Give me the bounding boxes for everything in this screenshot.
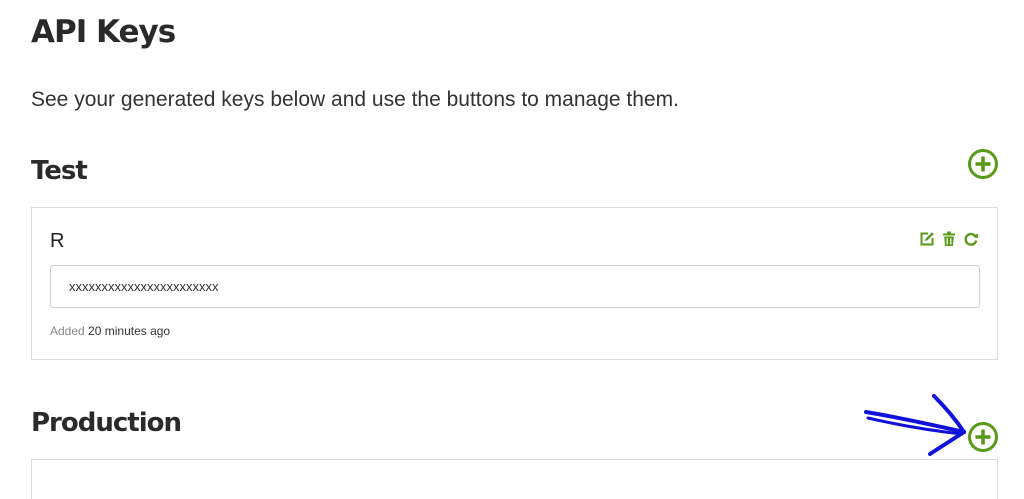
key-added-info: Added 20 minutes ago <box>50 324 170 338</box>
refresh-icon <box>964 232 978 246</box>
production-key-card <box>31 459 998 499</box>
trash-icon <box>943 231 955 246</box>
section-title-production: Production <box>31 408 182 438</box>
add-test-key-button[interactable] <box>967 148 999 180</box>
added-time: 20 minutes ago <box>88 324 171 338</box>
add-production-key-button[interactable] <box>967 421 999 453</box>
regenerate-key-button[interactable] <box>963 230 979 248</box>
delete-key-button[interactable] <box>941 230 957 248</box>
edit-key-button[interactable] <box>919 230 935 248</box>
annotation-arrow-icon <box>864 394 966 456</box>
key-actions <box>919 230 979 248</box>
page-intro: See your generated keys below and use th… <box>31 88 679 111</box>
key-name: R <box>50 230 65 252</box>
api-key-field[interactable] <box>50 265 980 308</box>
section-title-test: Test <box>31 156 88 186</box>
edit-icon <box>920 232 934 246</box>
key-card: R Added 20 minutes ago <box>31 207 998 360</box>
plus-circle-icon <box>968 422 998 452</box>
plus-circle-icon <box>968 149 998 179</box>
added-label: Added <box>50 324 85 338</box>
page-title: API Keys <box>31 14 176 50</box>
